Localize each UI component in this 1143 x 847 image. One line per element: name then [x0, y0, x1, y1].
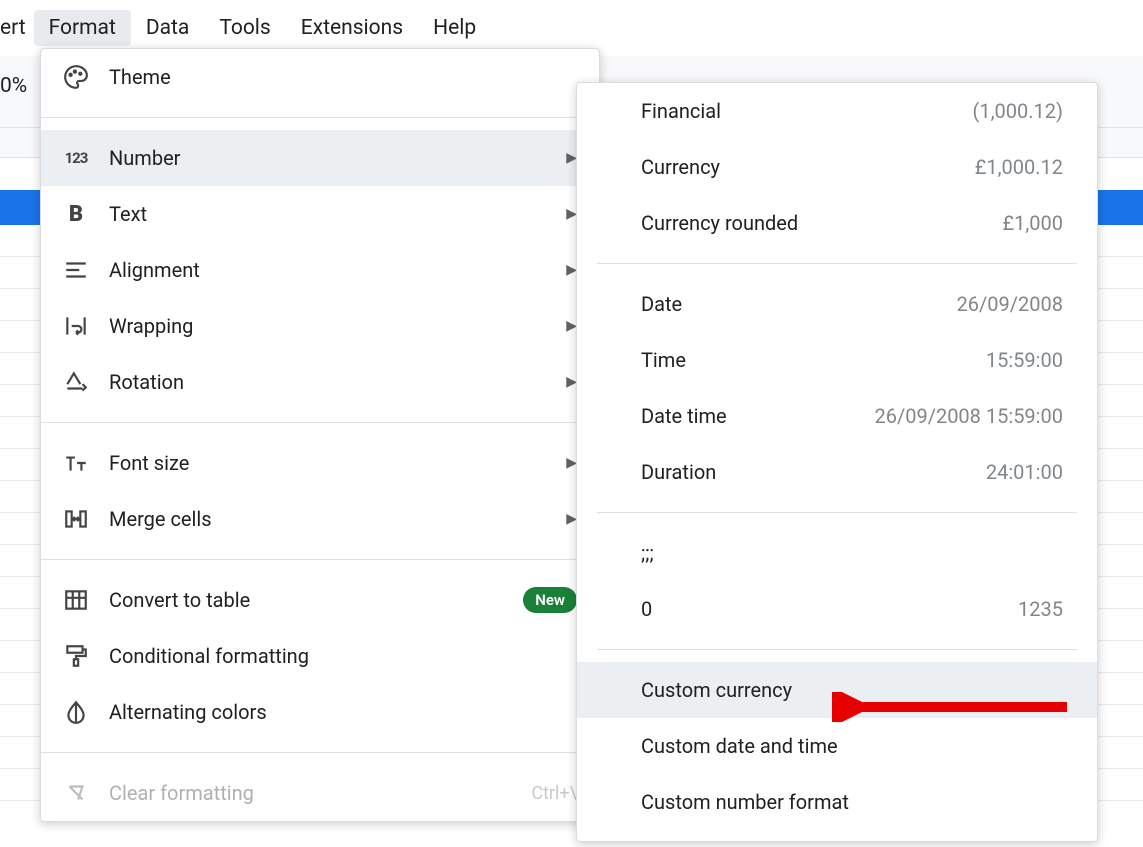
option-example: 15:59:00	[986, 348, 1063, 372]
option-label: Time	[641, 348, 986, 372]
clear-format-icon	[61, 778, 91, 808]
option-label: Custom currency	[641, 678, 1063, 702]
menu-item-text[interactable]: B Text ▶	[41, 186, 599, 242]
menu-item-label: Text	[109, 202, 566, 226]
menu-item-merge-cells[interactable]: Merge cells ▶	[41, 491, 599, 547]
option-example: £1,000.12	[975, 155, 1063, 179]
zoom-level[interactable]: 0%	[0, 74, 27, 98]
droplet-icon	[61, 697, 91, 727]
option-example: 1235	[1018, 597, 1063, 621]
menu-format[interactable]: Format	[34, 10, 131, 46]
palette-icon	[61, 62, 91, 92]
menu-item-theme[interactable]: Theme	[41, 49, 599, 105]
menu-item-rotation[interactable]: Rotation ▶	[41, 354, 599, 410]
number-123-icon: 123	[61, 143, 91, 173]
font-size-icon	[61, 448, 91, 478]
option-label: ;;;	[641, 541, 1063, 565]
menu-item-alignment[interactable]: Alignment ▶	[41, 242, 599, 298]
option-label: Custom number format	[641, 790, 1063, 814]
option-label: Custom date and time	[641, 734, 1063, 758]
option-example: 26/09/2008 15:59:00	[874, 404, 1063, 428]
menu-separator	[597, 263, 1077, 264]
menu-item-wrapping[interactable]: Wrapping ▶	[41, 298, 599, 354]
menu-item-convert-to-table[interactable]: Convert to table New	[41, 572, 599, 628]
menu-separator	[41, 422, 599, 423]
menu-separator	[41, 752, 599, 753]
number-option-date-time[interactable]: Date time 26/09/2008 15:59:00	[577, 388, 1097, 444]
option-example: £1,000	[1002, 211, 1063, 235]
menu-item-alternating-colors[interactable]: Alternating colors	[41, 684, 599, 740]
menu-help[interactable]: Help	[418, 10, 491, 46]
option-label: Date	[641, 292, 957, 316]
number-option-currency[interactable]: Currency £1,000.12	[577, 139, 1097, 195]
table-icon	[61, 585, 91, 615]
menu-item-label: Conditional formatting	[109, 644, 577, 668]
wrapping-icon	[61, 311, 91, 341]
option-label: Currency	[641, 155, 975, 179]
menu-separator	[41, 117, 599, 118]
number-option-custom-date-time[interactable]: Custom date and time	[577, 718, 1097, 774]
paint-roller-icon	[61, 641, 91, 671]
menu-item-font-size[interactable]: Font size ▶	[41, 435, 599, 491]
menu-extensions[interactable]: Extensions	[286, 10, 418, 46]
number-option-date[interactable]: Date 26/09/2008	[577, 276, 1097, 332]
menubar-truncated-left: ert	[0, 10, 34, 46]
menu-item-label: Alternating colors	[109, 700, 577, 724]
new-badge: New	[523, 587, 577, 613]
menu-item-label: Number	[109, 146, 566, 170]
number-option-financial[interactable]: Financial (1,000.12)	[577, 83, 1097, 139]
option-example: 24:01:00	[986, 460, 1063, 484]
number-submenu: Financial (1,000.12) Currency £1,000.12 …	[576, 82, 1098, 842]
number-option-time[interactable]: Time 15:59:00	[577, 332, 1097, 388]
menu-item-conditional-formatting[interactable]: Conditional formatting	[41, 628, 599, 684]
number-option-duration[interactable]: Duration 24:01:00	[577, 444, 1097, 500]
option-example: (1,000.12)	[973, 99, 1063, 123]
number-option-semicolons[interactable]: ;;;	[577, 525, 1097, 581]
option-label: 0	[641, 597, 1018, 621]
menu-separator	[41, 559, 599, 560]
menu-item-label: Alignment	[109, 258, 566, 282]
option-example: 26/09/2008	[957, 292, 1063, 316]
menu-item-label: Font size	[109, 451, 566, 475]
option-label: Duration	[641, 460, 986, 484]
bold-b-icon: B	[61, 199, 91, 229]
menu-item-label: Wrapping	[109, 314, 566, 338]
rotation-icon	[61, 367, 91, 397]
menu-tools[interactable]: Tools	[204, 10, 285, 46]
menu-item-number[interactable]: 123 Number ▶	[41, 130, 599, 186]
menu-item-clear-formatting[interactable]: Clear formatting Ctrl+\	[41, 765, 599, 821]
menu-item-label: Convert to table	[109, 588, 523, 612]
number-option-currency-rounded[interactable]: Currency rounded £1,000	[577, 195, 1097, 251]
menu-item-label: Theme	[109, 65, 577, 89]
format-dropdown: Theme 123 Number ▶ B Text ▶ Alignment ▶ …	[40, 48, 600, 822]
menu-data[interactable]: Data	[131, 10, 205, 46]
menu-item-label: Clear formatting	[109, 781, 531, 805]
number-option-custom-currency[interactable]: Custom currency	[577, 662, 1097, 718]
number-option-custom-number-format[interactable]: Custom number format	[577, 774, 1097, 830]
option-label: Currency rounded	[641, 211, 1002, 235]
option-label: Date time	[641, 404, 874, 428]
keyboard-shortcut: Ctrl+\	[531, 783, 577, 804]
option-label: Financial	[641, 99, 973, 123]
menu-item-label: Rotation	[109, 370, 566, 394]
number-option-zero[interactable]: 0 1235	[577, 581, 1097, 637]
menu-item-label: Merge cells	[109, 507, 566, 531]
alignment-icon	[61, 255, 91, 285]
merge-cells-icon	[61, 504, 91, 534]
menu-separator	[597, 512, 1077, 513]
menu-separator	[597, 649, 1077, 650]
